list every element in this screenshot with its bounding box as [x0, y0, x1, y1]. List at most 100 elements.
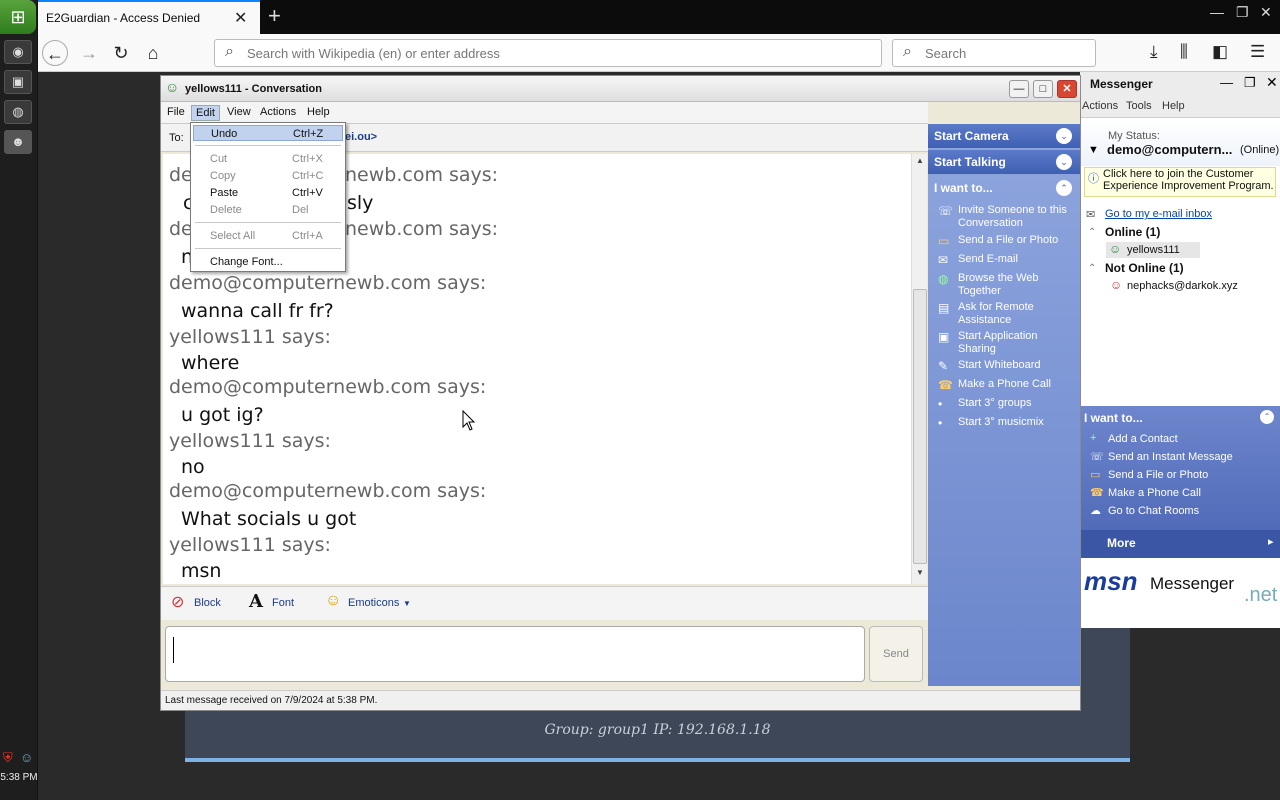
url-bar[interactable]: ⌕ Search with Wikipedia (en) or enter ad…	[214, 39, 882, 67]
start-button[interactable]: ⊞	[0, 0, 36, 34]
collapse-icon[interactable]: ⌃	[1088, 263, 1096, 274]
menu-item-change-font[interactable]: Change Font...	[193, 254, 343, 270]
msn-titlebar: Messenger — ❐ ✕	[1080, 72, 1280, 96]
download-icon[interactable]: ⤓	[1150, 42, 1158, 62]
forward-icon[interactable]: →	[76, 40, 102, 66]
taskbar-app-icon[interactable]: ◍	[4, 100, 32, 124]
reload-icon[interactable]: ↻	[108, 40, 134, 66]
action-groups[interactable]: Start 3° groups	[958, 397, 1076, 410]
menu-item-select-all[interactable]: Select All Ctrl+A	[193, 228, 343, 244]
contact-row-selected[interactable]: ☺ yellows111	[1106, 242, 1200, 258]
menu-tools[interactable]: Tools	[1126, 100, 1152, 112]
action-whiteboard[interactable]: Start Whiteboard	[958, 359, 1076, 372]
action-invite[interactable]: Invite Someone to this Conversation	[958, 204, 1076, 230]
menu-actions[interactable]: Actions	[1082, 100, 1118, 112]
start-camera-header[interactable]: Start Camera ⌄	[928, 124, 1080, 148]
account-name[interactable]: demo@computern...	[1107, 142, 1232, 157]
action-send-email[interactable]: Send E-mail	[958, 253, 1076, 266]
mouse-cursor-icon	[462, 410, 476, 431]
online-group[interactable]: Online (1)	[1105, 225, 1160, 239]
collapse-chevron-icon[interactable]: ⌃	[1260, 410, 1274, 424]
menu-item-label: Change Font...	[210, 256, 283, 268]
shield-icon[interactable]: ⛨	[3, 750, 13, 766]
messenger-wordmark: Messenger	[1150, 574, 1235, 593]
action-app-sharing[interactable]: Start Application Sharing	[958, 330, 1076, 356]
action-browse-web[interactable]: Browse the Web Together	[958, 272, 1076, 298]
sidebar-icon[interactable]: ◧	[1212, 42, 1228, 62]
menu-file[interactable]: File	[163, 105, 189, 119]
presence-status: (Online)	[1240, 144, 1280, 156]
contact-name[interactable]: nephacks@darkok.xyz	[1127, 280, 1238, 292]
close-icon[interactable]: ✕	[234, 8, 247, 28]
more-button[interactable]: More ▸	[1080, 530, 1280, 558]
i-want-to-header[interactable]: I want to... ⌃	[928, 176, 1080, 200]
action-phone-call[interactable]: Make a Phone Call	[958, 378, 1076, 391]
minimize-icon[interactable]: —	[1210, 4, 1224, 20]
close-button[interactable]: ✕	[1057, 80, 1077, 98]
menu-item-undo[interactable]: Undo Ctrl+Z	[193, 125, 343, 141]
chevron-down-icon[interactable]: ▼	[403, 599, 411, 608]
action-remote-assistance[interactable]: Ask for Remote Assistance	[958, 301, 1076, 327]
message-sender: yellows111 says:	[169, 534, 331, 556]
chat-scrollbar[interactable]: ▲ ▼	[911, 154, 927, 584]
inbox-link[interactable]: Go to my e-mail inbox	[1105, 208, 1212, 220]
scroll-down-icon[interactable]: ▼	[914, 568, 926, 582]
message-text: msn	[181, 560, 222, 582]
menu-actions[interactable]: Actions	[256, 105, 300, 119]
action-send-im[interactable]: Send an Instant Message	[1108, 451, 1233, 463]
menu-item-label: Select All	[210, 230, 256, 242]
message-input[interactable]	[165, 626, 865, 682]
send-button[interactable]: Send	[869, 626, 923, 682]
taskbar-msn-icon[interactable]: ☻	[4, 130, 32, 154]
msn-tray-icon[interactable]: ☺	[20, 750, 33, 765]
action-send-file[interactable]: Send a File or Photo	[958, 234, 1076, 247]
scroll-thumb[interactable]	[913, 289, 927, 564]
menu-help[interactable]: Help	[303, 105, 334, 119]
menu-view[interactable]: View	[223, 105, 255, 119]
close-window-icon[interactable]: ✕	[1260, 4, 1272, 21]
maximize-button[interactable]: □	[1033, 80, 1053, 98]
menu-item-paste[interactable]: Paste Ctrl+V	[193, 185, 343, 201]
font-button[interactable]: Font	[272, 597, 294, 609]
menu-separator	[195, 248, 341, 249]
collapse-icon[interactable]: ⌃	[1088, 227, 1096, 238]
home-icon[interactable]: ⌂	[140, 40, 166, 66]
menu-icon[interactable]: ☰	[1250, 42, 1265, 62]
close-icon[interactable]: ✕	[1266, 74, 1278, 91]
action-add-contact[interactable]: Add a Contact	[1108, 433, 1178, 445]
browser-tab[interactable]: E2Guardian - Access Denied ✕	[38, 0, 260, 34]
taskbar-app-icon[interactable]: ◉	[4, 40, 32, 64]
action-phone-call[interactable]: Make a Phone Call	[1108, 487, 1201, 499]
action-chat-rooms[interactable]: Go to Chat Rooms	[1108, 505, 1199, 517]
scroll-up-icon[interactable]: ▲	[914, 156, 926, 170]
emoticons-button[interactable]: Emoticons	[348, 597, 399, 609]
menu-item-delete[interactable]: Delete Del	[193, 202, 343, 218]
maximize-icon[interactable]: ❐	[1244, 75, 1256, 91]
taskbar-app-icon[interactable]: ▣	[4, 70, 32, 94]
action-musicmix[interactable]: Start 3° musicmix	[958, 416, 1076, 429]
new-tab-button[interactable]: +	[268, 3, 281, 29]
menu-edit[interactable]: Edit	[191, 105, 220, 121]
back-icon[interactable]: ←	[42, 40, 68, 66]
menu-separator	[195, 145, 341, 146]
minimize-button[interactable]: —	[1009, 80, 1029, 98]
maximize-icon[interactable]: ❐	[1236, 4, 1249, 21]
msn-messenger-window: Messenger — ❐ ✕ Actions Tools Help My St…	[1080, 72, 1280, 628]
menu-help[interactable]: Help	[1162, 100, 1185, 112]
action-send-file[interactable]: Send a File or Photo	[1108, 469, 1208, 481]
block-button[interactable]: Block	[194, 597, 221, 609]
menu-item-cut[interactable]: Cut Ctrl+X	[193, 151, 343, 167]
browser-navbar: ← → ↻ ⌂ ⌕ Search with Wikipedia (en) or …	[38, 34, 1280, 72]
chevron-down-icon[interactable]: ▼	[1088, 144, 1099, 156]
library-icon[interactable]: ⫼	[1180, 42, 1188, 62]
offline-group[interactable]: Not Online (1)	[1105, 261, 1184, 275]
phone-icon: ☎	[938, 378, 953, 392]
menu-item-copy[interactable]: Copy Ctrl+C	[193, 168, 343, 184]
group-ip-text: Group: group1 IP: 192.168.1.18	[544, 722, 771, 738]
minimize-icon[interactable]: —	[1220, 75, 1233, 90]
to-label: To:	[169, 132, 184, 144]
search-bar[interactable]: ⌕ Search	[892, 39, 1096, 67]
ceip-notice[interactable]: ⓘ Click here to join the Customer Experi…	[1084, 167, 1276, 197]
start-talking-header[interactable]: Start Talking ⌄	[928, 150, 1080, 174]
edit-menu-dropdown: Undo Ctrl+Z Cut Ctrl+X Copy Ctrl+C Paste…	[190, 122, 346, 272]
